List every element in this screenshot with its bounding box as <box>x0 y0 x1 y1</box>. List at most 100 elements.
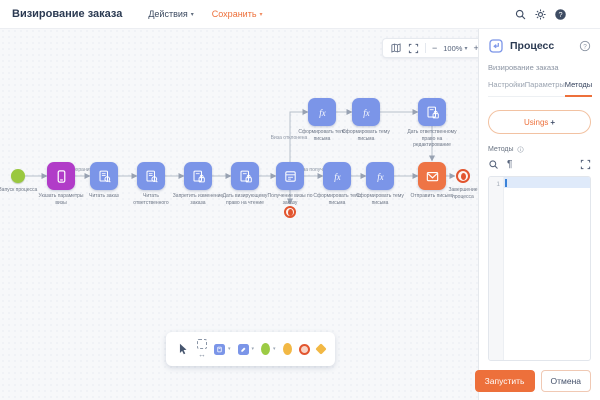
node-form-mail-subject[interactable]: fx <box>366 162 394 190</box>
save-menu-button[interactable]: Сохранить ▾ <box>212 9 263 19</box>
chevron-down-icon[interactable]: ▾ <box>228 346 231 352</box>
doc-read-icon <box>97 169 112 184</box>
panel-tabs: НастройкиПараметрыМетоды <box>488 80 591 97</box>
node-forbid-order-edit[interactable] <box>184 162 212 190</box>
code-editor[interactable]: 1 <box>488 176 591 361</box>
svg-text:fx: fx <box>319 107 325 117</box>
fx-icon: fx <box>359 105 374 120</box>
doc-read-icon <box>144 169 159 184</box>
chevron-down-icon[interactable]: ▾ <box>273 346 276 352</box>
form-icon <box>283 169 298 184</box>
run-button[interactable]: Запустить <box>475 370 535 392</box>
methods-section-header: Методы <box>488 146 591 153</box>
panel-header: Процесс ? <box>488 38 591 54</box>
node-send-mail[interactable] <box>418 162 446 190</box>
node-label: Сформировать тему письма <box>354 193 406 206</box>
line-number-gutter: 1 <box>489 177 504 360</box>
end-event-core <box>461 173 466 180</box>
text-cursor <box>505 179 507 187</box>
actions-menu-button[interactable]: Действия ▾ <box>148 9 193 19</box>
node-label: Завершение процесса <box>437 187 478 200</box>
panel-help-icon[interactable]: ? <box>579 40 591 52</box>
shape-palette: ↔ ▾ ▾ ▾ <box>166 332 335 366</box>
top-bar: Визирование заказа Действия ▾ Сохранить … <box>0 0 600 29</box>
node-label: Читать ответственного <box>125 193 177 206</box>
save-menu-label: Сохранить <box>212 9 257 19</box>
usings-button[interactable]: Usings + <box>488 110 591 134</box>
actions-menu-label: Действия <box>148 9 187 19</box>
plus-icon: + <box>550 118 555 127</box>
svg-text:?: ? <box>583 43 587 50</box>
node-set-visa-params[interactable] <box>47 162 75 190</box>
properties-panel: Процесс ? Визирование заказа НастройкиПа… <box>478 28 600 400</box>
task-node-icon[interactable] <box>214 344 225 355</box>
node-grant-edit-right[interactable] <box>418 98 446 126</box>
intermediate-event-icon[interactable] <box>283 343 292 355</box>
node-form-mail-body[interactable]: fx <box>323 162 351 190</box>
end-event-icon[interactable] <box>299 344 310 355</box>
usings-button-label: Usings <box>524 118 548 127</box>
node-label: Читать заказ <box>78 193 130 200</box>
node-start[interactable] <box>11 169 25 183</box>
lock-icon <box>191 169 206 184</box>
svg-text:?: ? <box>558 10 562 19</box>
tab-Параметры[interactable]: Параметры <box>525 80 565 96</box>
node-grant-read-right[interactable] <box>231 162 259 190</box>
gear-icon[interactable] <box>534 8 547 21</box>
cancel-button[interactable]: Отмена <box>541 370 592 392</box>
chevron-down-icon: ▾ <box>191 11 194 18</box>
fx-icon: fx <box>373 169 388 184</box>
cursor-icon[interactable] <box>176 342 190 356</box>
node-label: Дать ответственному право на редактирова… <box>406 129 458 149</box>
fit-screen-icon[interactable] <box>408 43 419 54</box>
node-end-rejected[interactable] <box>284 206 296 218</box>
line-number: 1 <box>489 179 500 190</box>
page-title: Визирование заказа <box>12 8 122 20</box>
paragraph-marks-icon[interactable]: ¶ <box>507 160 512 170</box>
chevron-down-icon[interactable]: ▾ <box>252 346 255 352</box>
active-code-line[interactable] <box>504 177 590 188</box>
node-read-order[interactable] <box>90 162 118 190</box>
methods-label: Методы <box>488 146 514 153</box>
panel-title: Процесс <box>510 40 573 52</box>
node-end[interactable] <box>456 169 470 183</box>
zoom-in-button[interactable]: + <box>473 44 478 53</box>
node-label: Запретить изменение заказа <box>172 193 224 206</box>
gateway-icon[interactable] <box>315 343 326 354</box>
node-label: Сформировать тему письма <box>340 129 392 142</box>
svg-text:fx: fx <box>334 171 340 181</box>
process-icon <box>488 38 504 54</box>
zoom-level-value: 100% <box>443 44 462 53</box>
fx-icon: fx <box>330 169 345 184</box>
code-area[interactable] <box>504 177 590 360</box>
svg-text:fx: fx <box>363 107 369 117</box>
canvas-zoom-toolbar: − 100% ▾ + <box>382 38 478 58</box>
node-form-mail-subject-rejected[interactable]: fx <box>352 98 380 126</box>
fx-icon: fx <box>315 105 330 120</box>
tab-Методы[interactable]: Методы <box>565 80 592 97</box>
topbar-icon-group: ? <box>514 0 567 28</box>
editor-expand-icon[interactable] <box>580 159 591 170</box>
resize-horizontal-icon[interactable]: ↔ <box>198 351 206 359</box>
mobile-task-icon <box>54 169 69 184</box>
info-icon[interactable] <box>517 146 524 153</box>
zoom-out-button[interactable]: − <box>432 44 437 53</box>
node-read-responsible[interactable] <box>137 162 165 190</box>
search-icon[interactable] <box>514 8 527 21</box>
node-form-mail-body-rejected[interactable]: fx <box>308 98 336 126</box>
process-canvas[interactable]: − 100% ▾ + ↔ ▾ ▾ ▾ СохранитьВиза получен… <box>0 28 478 400</box>
node-get-visa[interactable] <box>276 162 304 190</box>
process-name-label: Визирование заказа <box>488 63 591 72</box>
toolbar-divider <box>425 43 426 53</box>
minimap-icon[interactable] <box>390 42 402 54</box>
lock-icon <box>238 169 253 184</box>
script-node-icon[interactable] <box>238 344 249 355</box>
start-event-icon[interactable] <box>261 343 270 355</box>
select-area-icon[interactable] <box>197 339 207 349</box>
zoom-level-select[interactable]: 100% ▾ <box>443 44 467 53</box>
svg-text:fx: fx <box>377 171 383 181</box>
tab-Настройки[interactable]: Настройки <box>488 80 525 96</box>
editor-search-icon[interactable] <box>488 159 499 170</box>
help-icon[interactable]: ? <box>554 8 567 21</box>
mail-icon <box>425 169 440 184</box>
